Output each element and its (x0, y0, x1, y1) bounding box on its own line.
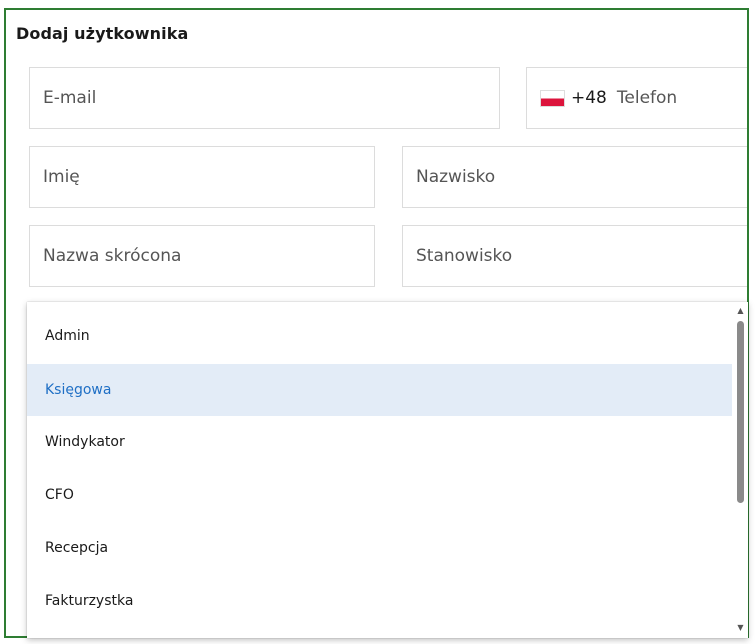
last-name-field[interactable]: Nazwisko (402, 146, 747, 208)
first-name-field[interactable]: Imię (29, 146, 375, 208)
short-name-field[interactable]: Nazwa skrócona (29, 225, 375, 287)
phone-field[interactable]: +48 Telefon (526, 67, 747, 129)
phone-placeholder: Telefon (616, 88, 678, 108)
dialog-title: Dodaj użytkownika (16, 24, 189, 43)
first-name-placeholder: Imię (43, 167, 80, 187)
last-name-placeholder: Nazwisko (416, 167, 496, 187)
role-option-ksiegowa[interactable]: Księgowa (27, 364, 732, 416)
email-placeholder: E-mail (43, 88, 97, 108)
scroll-up-icon[interactable]: ▲ (736, 307, 745, 315)
role-dropdown-list[interactable]: Admin Księgowa Windykator CFO Recepcja F… (27, 302, 748, 638)
position-placeholder: Stanowisko (416, 246, 513, 266)
scroll-down-icon[interactable]: ▼ (736, 624, 745, 632)
poland-flag-icon[interactable] (540, 89, 565, 107)
email-field[interactable]: E-mail (29, 67, 500, 129)
role-option-fakturzystka[interactable]: Fakturzystka (27, 575, 732, 627)
phone-country-code[interactable]: +48 (571, 88, 607, 108)
scrollbar-thumb[interactable] (737, 321, 744, 503)
role-option-windykator[interactable]: Windykator (27, 416, 732, 468)
role-option-cfo[interactable]: CFO (27, 469, 732, 521)
role-option-recepcja[interactable]: Recepcja (27, 522, 732, 574)
role-option-admin[interactable]: Admin (27, 310, 732, 362)
short-name-placeholder: Nazwa skrócona (43, 246, 182, 266)
dropdown-scrollbar[interactable]: ▲ ▼ (734, 302, 746, 638)
position-field[interactable]: Stanowisko (402, 225, 747, 287)
